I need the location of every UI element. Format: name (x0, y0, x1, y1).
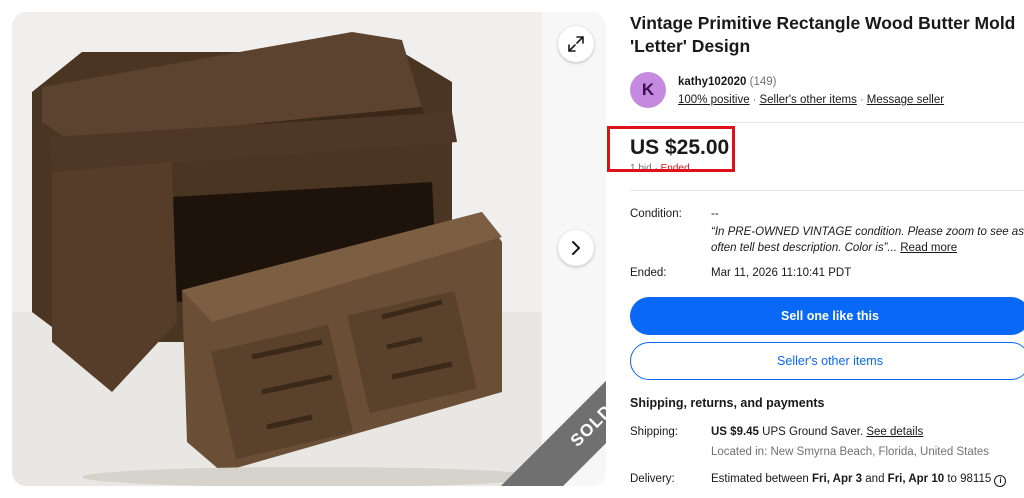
delivery-and: and (865, 473, 885, 485)
shipping-section-title[interactable]: Shipping, returns, and payments (630, 396, 824, 410)
divider (630, 190, 1024, 191)
expand-image-button[interactable] (558, 26, 594, 62)
separator: · (859, 94, 864, 106)
chevron-right-icon (572, 241, 580, 255)
expand-icon (568, 36, 584, 52)
ended-value: Mar 11, 2026 11:10:41 PDT (711, 267, 852, 279)
condition-label: Condition: (630, 208, 682, 220)
delivery-value: Estimated between Fri, Apr 3 and Fri, Ap… (711, 473, 1007, 487)
listing-title: Vintage Primitive Rectangle Wood Butter … (630, 13, 1016, 56)
shipping-service: UPS Ground Saver. (762, 426, 864, 438)
delivery-prefix: Estimated between (711, 473, 809, 485)
seller-links: 100% positive · Seller's other items · Messa… (678, 94, 944, 106)
seller-info: K kathy102020 (149) 100% positive · Seller… (630, 72, 1024, 122)
delivery-end-date: Fri, Apr 10 (887, 473, 945, 485)
seller-positive-link[interactable]: 100% positive (678, 94, 750, 106)
next-image-button[interactable] (558, 230, 594, 266)
seller-feedback-count[interactable]: (149) (750, 76, 777, 88)
condition-description-line1: “In PRE-OWNED VINTAGE condition. Please … (711, 226, 1024, 238)
sell-one-like-this-button[interactable]: Sell one like this (630, 297, 1024, 335)
item-location: Located in: New Smyrna Beach, Florida, U… (711, 446, 990, 458)
delivery-label: Delivery: (630, 473, 675, 485)
delivery-start-date: Fri, Apr 3 (812, 473, 863, 485)
seller-name[interactable]: kathy102020 (678, 76, 746, 88)
delivery-zip: to 98115 (947, 473, 992, 485)
listing-details: Vintage Primitive Rectangle Wood Butter … (607, 12, 1024, 487)
condition-description: “In PRE-OWNED VINTAGE condition. Please … (711, 224, 1024, 256)
condition-description-line2: often tell best description. Color is” (711, 242, 888, 254)
shipping-cost: US $9.45 (711, 426, 759, 438)
ellipsis: ... (887, 242, 898, 254)
sellers-other-items-button[interactable]: Seller's other items (630, 342, 1024, 380)
product-photo[interactable] (12, 12, 542, 486)
ended-label: Ended: (630, 267, 667, 279)
price-highlight-box (607, 126, 735, 172)
message-seller-link[interactable]: Message seller (867, 94, 944, 106)
condition-value: -- (711, 208, 719, 220)
read-more-link[interactable]: Read more (900, 242, 957, 254)
see-details-link[interactable]: See details (866, 426, 923, 438)
shipping-label: Shipping: (630, 426, 678, 438)
divider (630, 122, 1024, 123)
image-gallery[interactable]: SOLD (12, 12, 606, 486)
separator: · (752, 94, 757, 106)
seller-avatar[interactable]: K (630, 72, 666, 108)
seller-other-items-link[interactable]: Seller's other items (759, 94, 856, 106)
shipping-value: US $9.45 UPS Ground Saver. See details (711, 426, 923, 438)
info-icon[interactable]: i (994, 475, 1007, 487)
seller-name-line: kathy102020 (149) (678, 76, 776, 88)
